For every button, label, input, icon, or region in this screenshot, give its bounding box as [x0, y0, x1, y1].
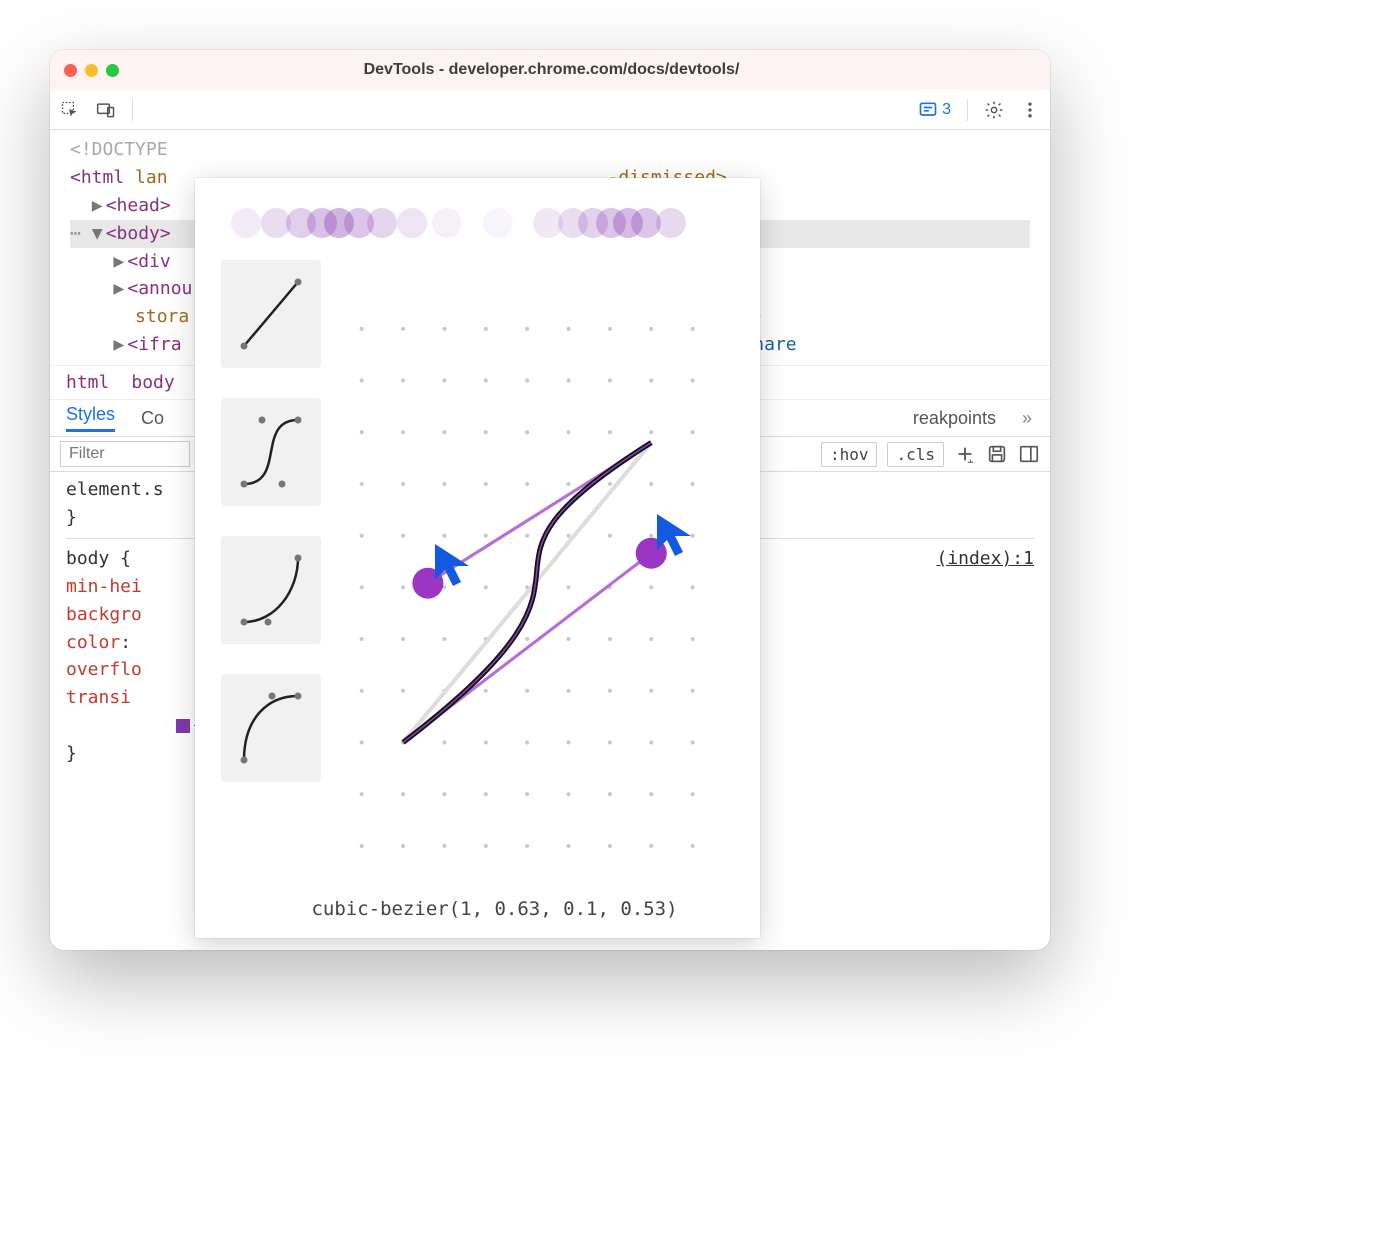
bezier-value-label: cubic-bezier(1, 0.63, 0.1, 0.53) — [221, 894, 734, 930]
bezier-handle-p2[interactable] — [412, 568, 443, 599]
tab-computed[interactable]: Co — [141, 408, 164, 429]
minimize-window-button[interactable] — [85, 64, 98, 77]
hov-chip[interactable]: :hov — [821, 442, 878, 467]
issues-count: 3 — [942, 101, 951, 119]
prop-transition[interactable]: transi — [66, 687, 131, 708]
body-selector[interactable]: body { — [66, 545, 131, 573]
preset-list — [221, 260, 321, 894]
issues-badge[interactable]: 3 — [918, 100, 951, 120]
prop-background[interactable]: backgro — [66, 604, 142, 625]
panel-toggle-icon[interactable] — [1018, 443, 1040, 465]
preset-ease-out[interactable] — [221, 674, 321, 782]
devtools-window: DevTools - developer.chrome.com/docs/dev… — [50, 50, 1050, 950]
bezier-handle-p1[interactable] — [636, 538, 667, 569]
bezier-editor-popup: cubic-bezier(1, 0.63, 0.1, 0.53) — [195, 178, 760, 938]
tab-breakpoints[interactable]: reakpoints — [913, 408, 996, 429]
announce-node[interactable]: <annou — [127, 278, 192, 299]
bezier-swatch-icon[interactable] — [176, 719, 190, 733]
traffic-lights — [64, 64, 119, 77]
cls-chip[interactable]: .cls — [887, 442, 944, 467]
add-rule-icon[interactable] — [954, 443, 976, 465]
window-title: DevTools - developer.chrome.com/docs/dev… — [127, 61, 976, 79]
zoom-window-button[interactable] — [106, 64, 119, 77]
doctype-text: <!DOCTYPE — [70, 139, 168, 160]
div-node[interactable]: <div — [127, 251, 170, 272]
prop-color[interactable]: color — [66, 632, 120, 653]
source-file-link[interactable]: (index):1 — [936, 545, 1034, 573]
breadcrumb-html[interactable]: html — [66, 372, 109, 393]
tab-styles[interactable]: Styles — [66, 404, 115, 432]
prop-min-height[interactable]: min-hei — [66, 576, 142, 597]
preset-ease-in[interactable] — [221, 536, 321, 644]
kebab-menu-icon[interactable] — [1020, 100, 1040, 120]
filter-input[interactable] — [60, 441, 190, 467]
iframe-node[interactable]: <ifra — [127, 334, 181, 355]
separator — [967, 99, 968, 121]
head-node[interactable]: <head> — [106, 195, 171, 216]
device-toggle-icon[interactable] — [96, 100, 116, 120]
main-toolbar: 3 — [50, 90, 1050, 130]
tabs-overflow-icon[interactable]: » — [1022, 408, 1034, 429]
element-style-label: element.s — [66, 479, 164, 500]
save-icon[interactable] — [986, 443, 1008, 465]
preset-ease-in-out[interactable] — [221, 398, 321, 506]
prop-overflow[interactable]: overflo — [66, 659, 142, 680]
bezier-canvas[interactable] — [341, 260, 734, 894]
breadcrumb-body[interactable]: body — [131, 372, 174, 393]
animation-preview — [221, 200, 734, 246]
titlebar: DevTools - developer.chrome.com/docs/dev… — [50, 50, 1050, 90]
close-window-button[interactable] — [64, 64, 77, 77]
html-open: <html — [70, 167, 124, 188]
gear-icon[interactable] — [984, 100, 1004, 120]
preset-linear[interactable] — [221, 260, 321, 368]
separator — [132, 99, 133, 121]
inspect-element-icon[interactable] — [60, 100, 80, 120]
body-node[interactable]: <body> — [106, 223, 171, 244]
